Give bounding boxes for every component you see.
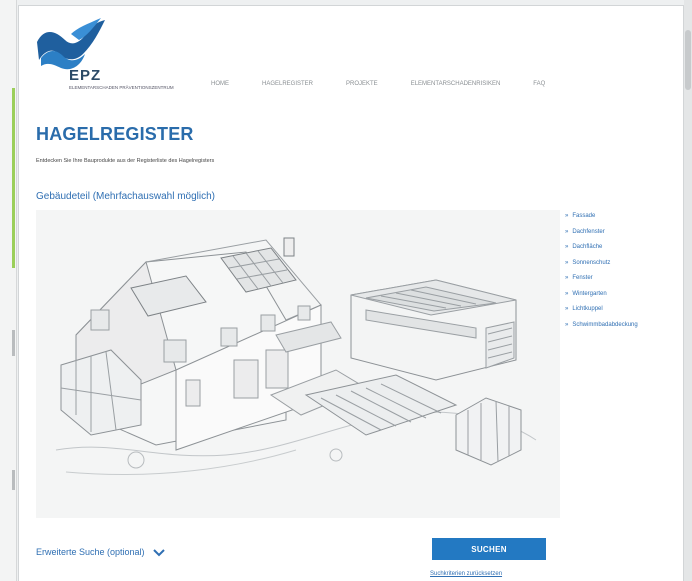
main-nav: HOME HAGELREGISTER PROJEKTE ELEMENTARSCH… [211, 81, 578, 87]
tab-marker [12, 330, 15, 356]
left-side-panel [0, 0, 17, 581]
section-heading: Gebäudeteil (Mehrfachauswahl möglich) [36, 191, 215, 202]
site-header: EPZ ELEMENTARSCHADEN PRÄVENTIONSZENTRUM … [19, 6, 683, 106]
legend-label: Fenster [572, 275, 593, 281]
nav-item-projekte[interactable]: PROJEKTE [346, 81, 378, 87]
tab-marker [12, 470, 15, 490]
logo-subtitle: ELEMENTARSCHADEN PRÄVENTIONSZENTRUM [69, 85, 174, 90]
legend-item-dachfenster[interactable]: » Dachfenster [565, 228, 638, 244]
page-frame: EPZ ELEMENTARSCHADEN PRÄVENTIONSZENTRUM … [18, 5, 684, 581]
legend-label: Schwimmbadabdeckung [572, 321, 638, 328]
page-title: HAGELREGISTER [36, 124, 194, 144]
page-subtitle: Entdecken Sie Ihre Bauprodukte aus der R… [36, 158, 215, 164]
arrow-right-icon: » [565, 321, 569, 328]
logo-wave-icon [37, 18, 105, 70]
advanced-search-label: Erweiterte Suche (optional) [36, 547, 145, 557]
nav-item-home[interactable]: HOME [211, 81, 229, 87]
nav-item-elementarschadenrisiken[interactable]: ELEMENTARSCHADENRISIKEN [411, 81, 501, 87]
search-button[interactable]: SUCHEN [432, 538, 546, 560]
arrow-right-icon: » [565, 290, 569, 297]
legend-item-wintergarten[interactable]: » Wintergarten [565, 290, 638, 306]
legend-item-fassade[interactable]: » Fassade [565, 212, 638, 228]
epz-logo[interactable]: EPZ ELEMENTARSCHADEN PRÄVENTIONSZENTRUM [31, 14, 174, 102]
building-illustration-drawing [55, 237, 537, 475]
scrollbar-thumb[interactable] [685, 30, 691, 90]
legend-item-lichtkuppel[interactable]: » Lichtkuppel [565, 305, 638, 321]
arrow-right-icon: » [565, 275, 569, 281]
chevron-down-icon [152, 548, 165, 556]
nav-item-faq[interactable]: FAQ [533, 81, 545, 87]
active-tab-marker [12, 88, 15, 268]
nav-item-hagelregister[interactable]: HAGELREGISTER [262, 81, 313, 87]
legend-label: Wintergarten [572, 290, 607, 297]
legend-label: Lichtkuppel [572, 306, 603, 312]
legend-item-dachflaeche[interactable]: » Dachfläche [565, 243, 638, 259]
legend-label: Fassade [572, 213, 596, 219]
legend-label: Sonnenschutz [572, 259, 611, 266]
scrollbar[interactable] [684, 0, 692, 581]
legend-label: Dachfenster [572, 228, 605, 235]
arrow-right-icon: » [565, 213, 569, 219]
arrow-right-icon: » [565, 306, 569, 312]
arrow-right-icon: » [565, 228, 569, 235]
arrow-right-icon: » [565, 244, 569, 250]
legend-item-schwimmbadabdeckung[interactable]: » Schwimmbadabdeckung [565, 321, 638, 337]
arrow-right-icon: » [565, 259, 569, 266]
legend-item-fenster[interactable]: » Fenster [565, 274, 638, 290]
legend-label: Dachfläche [572, 244, 603, 250]
reset-search-link[interactable]: Suchkriterien zurücksetzen [430, 571, 502, 577]
logo-wordmark: EPZ [69, 67, 102, 84]
advanced-search-toggle[interactable]: Erweiterte Suche (optional) [36, 547, 165, 557]
building-part-legend: » Fassade » Dachfenster » Dachfläche » Sonne… [565, 212, 638, 336]
legend-item-sonnenschutz[interactable]: » Sonnenschutz [565, 259, 638, 275]
building-illustration[interactable] [36, 210, 560, 518]
